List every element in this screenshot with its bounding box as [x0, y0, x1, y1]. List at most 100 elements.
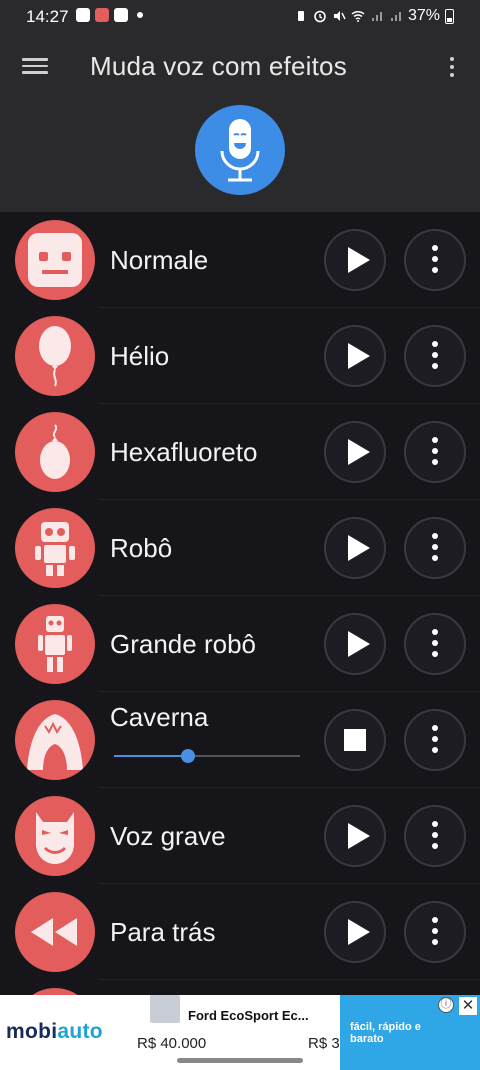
slider-fill: [114, 755, 189, 757]
play-icon: [348, 247, 370, 273]
effect-options-button[interactable]: [404, 709, 466, 771]
page-title: Muda voz com efeitos: [90, 51, 347, 81]
effect-level-slider[interactable]: [114, 749, 300, 763]
stop-button[interactable]: [324, 709, 386, 771]
effect-options-button[interactable]: [404, 325, 466, 387]
effect-row-hexafluoreto[interactable]: Hexafluoreto: [0, 404, 480, 500]
divider: [100, 979, 480, 980]
more-vert-icon: [450, 57, 454, 61]
status-bar: 14:27 37%: [0, 0, 480, 34]
more-vert-icon: [432, 245, 438, 273]
effect-label: Voz grave: [110, 821, 226, 851]
effect-label: Robô: [110, 533, 173, 563]
effect-avatar: [15, 892, 95, 972]
slider-thumb[interactable]: [181, 749, 196, 763]
more-vert-icon: [432, 533, 438, 561]
effect-row-helio[interactable]: Hélio: [0, 308, 480, 404]
more-vert-icon: [432, 341, 438, 369]
ad-car-thumbnail: [150, 995, 180, 1023]
more-vert-icon: [432, 725, 438, 753]
balloon-icon: [39, 326, 71, 387]
ad-card-title: Ford EcoSport Ec...: [188, 1008, 309, 1023]
effect-avatar: [15, 220, 95, 300]
effect-label: Grande robô: [110, 629, 256, 659]
record-button[interactable]: [195, 105, 285, 195]
effect-avatar: [15, 796, 95, 876]
effect-label: Normale: [110, 245, 209, 275]
status-time: 14:27: [26, 7, 69, 26]
effect-avatar: [15, 508, 95, 588]
play-button[interactable]: [324, 421, 386, 483]
more-vert-icon: [432, 917, 438, 945]
play-icon: [348, 631, 370, 657]
effect-avatar: [15, 316, 95, 396]
play-icon: [348, 439, 370, 465]
play-button[interactable]: [324, 229, 386, 291]
play-icon: [348, 823, 370, 849]
play-button[interactable]: [324, 901, 386, 963]
hamburger-icon: [22, 58, 48, 61]
play-icon: [348, 535, 370, 561]
vibrate-icon: [297, 11, 304, 21]
masked-face-icon: [36, 812, 74, 864]
effect-row-robo[interactable]: Robô: [0, 500, 480, 596]
effect-row-normale[interactable]: Normale: [0, 212, 480, 308]
effect-label: Hexafluoreto: [110, 437, 258, 467]
alarm-icon: [314, 10, 326, 23]
app-notification-icon: [95, 8, 109, 22]
ad-close-button[interactable]: ✕: [459, 997, 477, 1015]
effect-options-button[interactable]: [404, 805, 466, 867]
effect-label: Hélio: [110, 341, 170, 371]
play-icon: [348, 919, 370, 945]
more-vert-icon: [432, 629, 438, 657]
overflow-menu-button[interactable]: [442, 52, 462, 82]
effect-label: Caverna: [110, 702, 209, 732]
big-robot-icon: [38, 616, 72, 672]
effect-label: Para trás: [110, 917, 216, 947]
more-notifications-dot: [137, 12, 143, 18]
ad-brand-logo: mobiauto: [6, 1020, 103, 1043]
app-bar: Muda voz com efeitos: [0, 34, 480, 212]
more-vert-icon: [432, 437, 438, 465]
effect-row-voz-grave[interactable]: Voz grave: [0, 788, 480, 884]
effect-row-para-tras[interactable]: Para trás: [0, 884, 480, 980]
robot-icon: [35, 522, 75, 576]
battery-icon: [445, 8, 454, 24]
menu-button[interactable]: [20, 54, 50, 78]
effect-options-button[interactable]: [404, 901, 466, 963]
effect-avatar: [15, 700, 95, 780]
effect-row-caverna[interactable]: Caverna: [0, 692, 480, 788]
battery-percent: 37%: [407, 7, 440, 24]
robot-face-icon: [28, 233, 82, 287]
system-status: 37%: [294, 7, 454, 25]
effect-options-button[interactable]: [404, 229, 466, 291]
signal-icon: [371, 12, 382, 21]
ad-promo-text: fácil, rápido e barato: [350, 1021, 421, 1045]
ad-price: R$ 40.000: [137, 1035, 207, 1052]
play-button[interactable]: [324, 805, 386, 867]
app-notification-icon: [76, 8, 90, 22]
play-button[interactable]: [324, 325, 386, 387]
play-button[interactable]: [324, 613, 386, 675]
notification-icons: [76, 8, 143, 22]
wifi-icon: [351, 10, 365, 22]
mute-icon: [333, 11, 346, 21]
rewind-icon: [31, 918, 77, 946]
stop-icon: [344, 729, 366, 751]
effect-row-grande-robo[interactable]: Grande robô: [0, 596, 480, 692]
gas-drop-icon: [40, 424, 70, 479]
signal-icon: [390, 12, 401, 21]
gesture-nav-handle[interactable]: [177, 1058, 303, 1063]
effect-avatar: [15, 412, 95, 492]
play-button[interactable]: [324, 517, 386, 579]
effect-options-button[interactable]: [404, 421, 466, 483]
cave-icon: [27, 714, 83, 770]
effect-options-button[interactable]: [404, 517, 466, 579]
microphone-icon: [220, 119, 260, 182]
ad-info-icon[interactable]: ⓘ: [438, 997, 454, 1013]
app-notification-icon: [114, 8, 128, 22]
effects-list: Normale Hélio Hexafluoreto Robô Grande r…: [0, 212, 480, 980]
effect-options-button[interactable]: [404, 613, 466, 675]
more-vert-icon: [432, 821, 438, 849]
play-icon: [348, 343, 370, 369]
